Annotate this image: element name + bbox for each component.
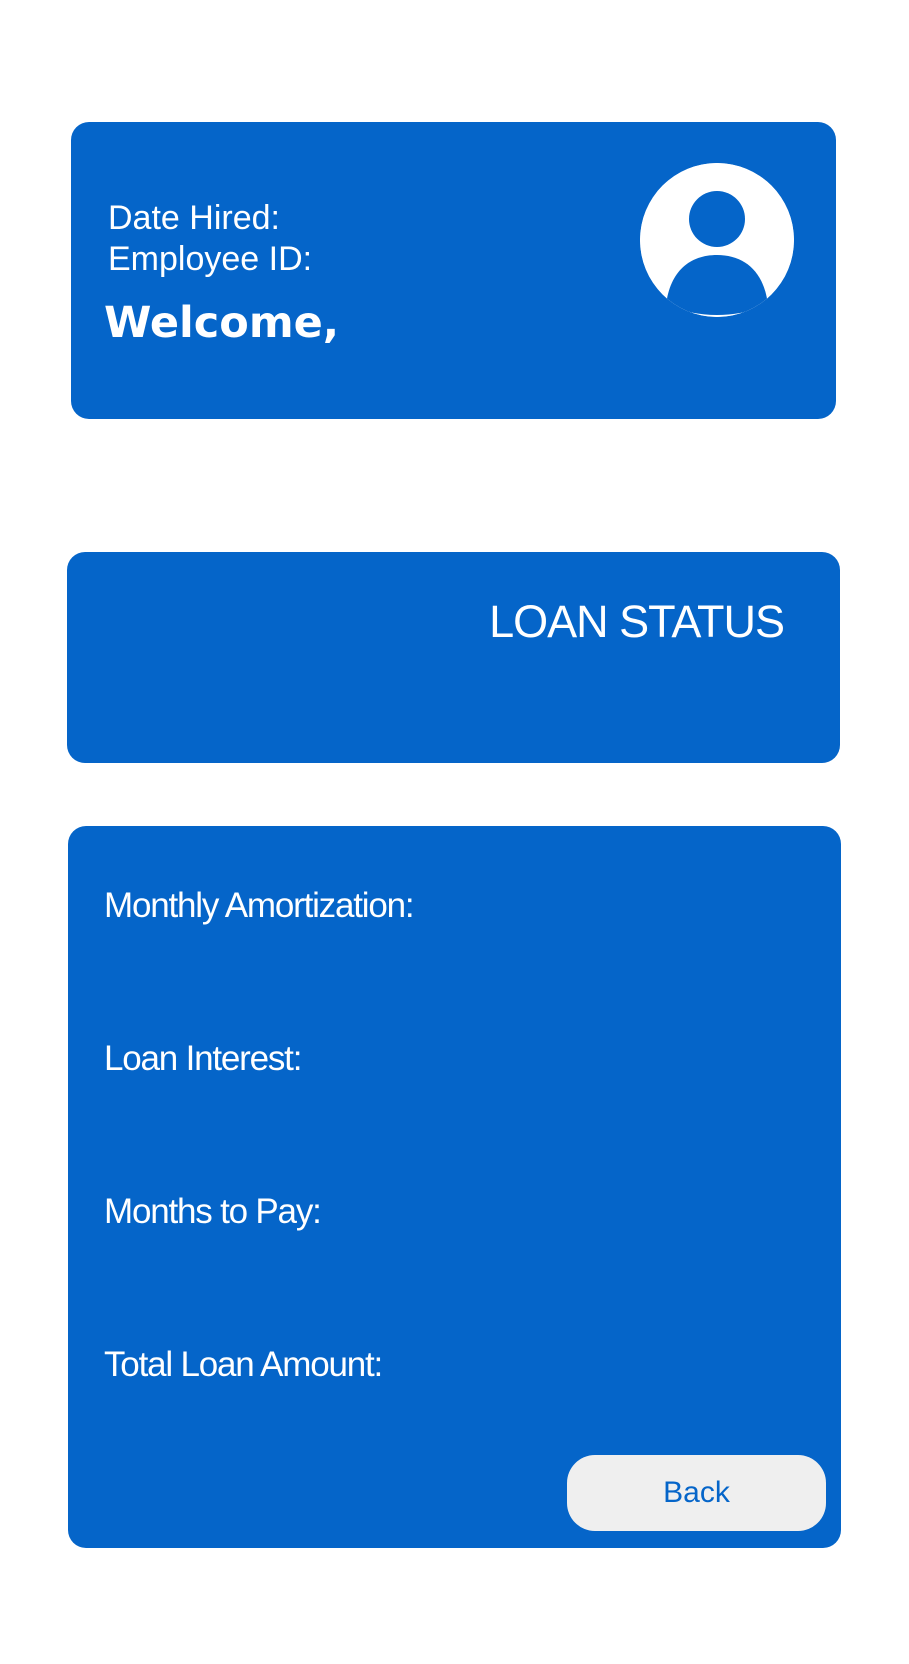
profile-card: Date Hired: Employee ID: Welcome, <box>71 122 836 419</box>
back-button[interactable]: Back <box>567 1455 826 1531</box>
loan-status-card: LOAN STATUS <box>67 552 840 763</box>
loan-interest-label: Loan Interest: <box>104 1039 302 1078</box>
welcome-heading: Welcome, <box>104 298 340 348</box>
months-to-pay-label: Months to Pay: <box>104 1192 322 1231</box>
monthly-amortization-label: Monthly Amortization: <box>104 886 415 925</box>
user-avatar-icon <box>640 163 794 317</box>
date-hired-label: Date Hired: <box>108 199 280 237</box>
loan-status-title: LOAN STATUS <box>489 596 785 647</box>
total-loan-amount-label: Total Loan Amount: <box>104 1345 383 1384</box>
employee-id-label: Employee ID: <box>108 240 313 278</box>
loan-details-card: Monthly Amortization: Loan Interest: Mon… <box>68 826 841 1548</box>
